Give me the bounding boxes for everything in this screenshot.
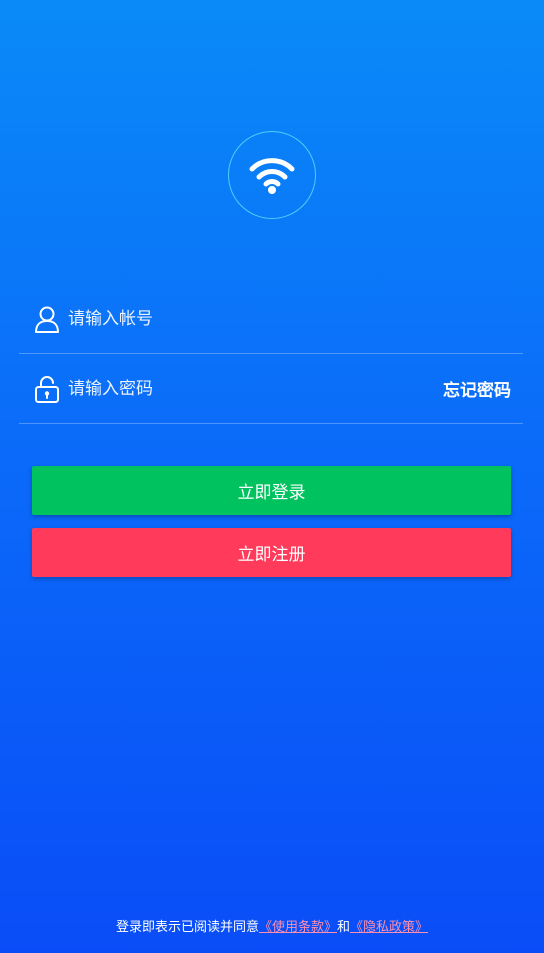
login-button[interactable]: 立即登录 <box>32 466 511 515</box>
wifi-icon <box>249 158 295 194</box>
agreement-prefix: 登录即表示已阅读并同意 <box>115 920 259 935</box>
app-logo <box>228 131 316 219</box>
lock-icon <box>32 374 62 404</box>
account-input[interactable] <box>68 298 523 339</box>
agreement-and: 和 <box>337 920 351 935</box>
password-input[interactable] <box>68 368 443 409</box>
account-field-row <box>19 284 523 354</box>
user-icon <box>32 304 62 334</box>
register-button[interactable]: 立即注册 <box>32 528 511 577</box>
agreement-text: 登录即表示已阅读并同意《使用条款》和《隐私政策》 <box>0 916 544 935</box>
password-field-row: 忘记密码 <box>19 354 523 424</box>
terms-link[interactable]: 《使用条款》 <box>259 920 337 935</box>
privacy-link[interactable]: 《隐私政策》 <box>350 920 428 935</box>
forgot-password-link[interactable]: 忘记密码 <box>443 376 511 401</box>
